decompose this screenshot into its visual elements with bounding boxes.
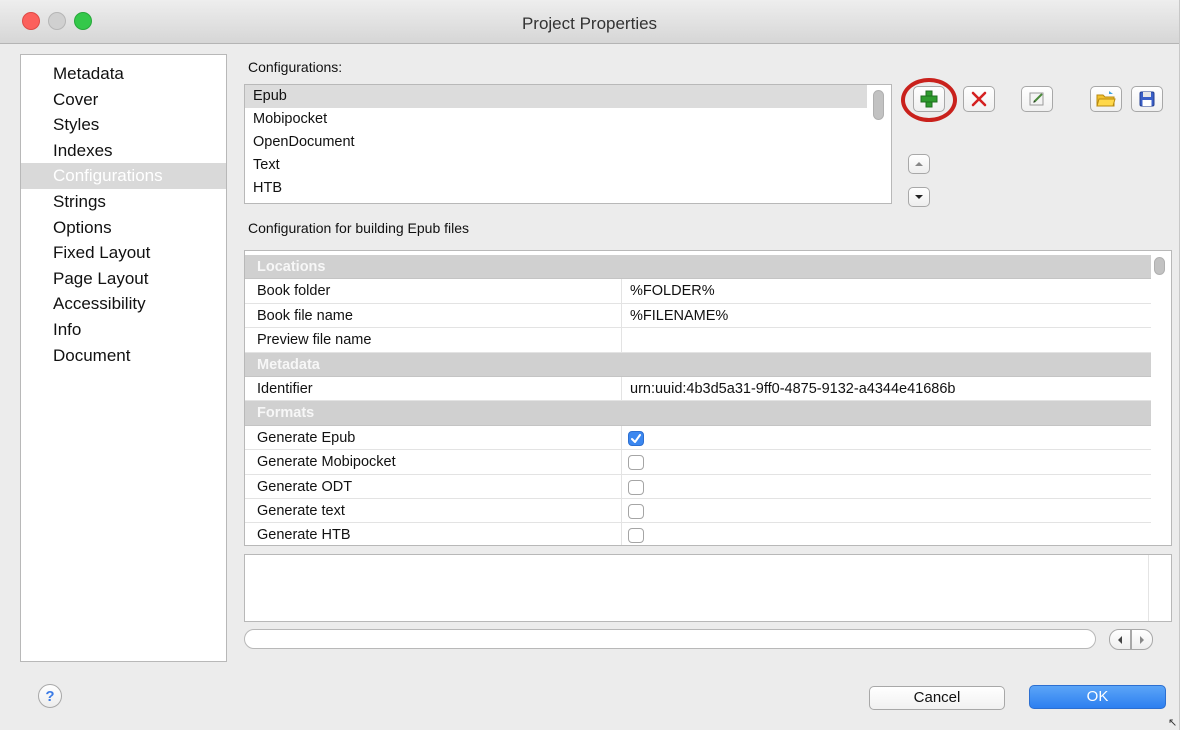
configuration-properties-table: Locations Book folder %FOLDER% Book file… [244, 250, 1172, 546]
resize-cursor-icon: ↖ [1168, 717, 1178, 729]
sidebar-item-cover[interactable]: Cover [21, 87, 226, 113]
row-value-cell [621, 523, 1151, 545]
config-item-text[interactable]: Text [245, 154, 867, 177]
project-properties-window: Project Properties Metadata Cover Styles… [0, 0, 1180, 730]
ok-button[interactable]: OK [1029, 685, 1166, 709]
sidebar-item-metadata[interactable]: Metadata [21, 61, 226, 87]
generate-odt-checkbox[interactable] [628, 479, 644, 495]
section-locations: Locations [245, 255, 1151, 280]
property-description-area [244, 554, 1172, 622]
table-row-generate-text[interactable]: Generate text [245, 499, 1151, 524]
row-key: Book folder [257, 283, 331, 300]
generate-text-checkbox[interactable] [628, 504, 644, 519]
move-up-icon [915, 162, 923, 166]
sidebar-item-indexes[interactable]: Indexes [21, 138, 226, 164]
table-row-generate-odt[interactable]: Generate ODT [245, 474, 1151, 499]
arrow-right-icon [1140, 635, 1144, 644]
sidebar-item-options[interactable]: Options [21, 215, 226, 241]
sidebar-item-fixed-layout[interactable]: Fixed Layout [21, 240, 226, 266]
row-value-cell [621, 425, 1151, 450]
row-key: Book file name [257, 307, 353, 324]
preview-file-name-value[interactable] [621, 328, 1151, 353]
properties-scrollbar[interactable] [1154, 257, 1165, 275]
table-row-generate-epub[interactable]: Generate Epub [245, 425, 1151, 451]
config-item-epub[interactable]: Epub [245, 85, 867, 108]
row-key: Generate ODT [257, 478, 353, 495]
config-item-opendocument[interactable]: OpenDocument [245, 131, 867, 154]
checkmark-icon [631, 433, 641, 443]
delete-configuration-button[interactable] [963, 86, 995, 112]
scroll-left-button[interactable] [1109, 629, 1131, 650]
configurations-label: Configurations: [248, 59, 343, 75]
table-row-preview-file-name[interactable]: Preview file name [245, 328, 1151, 353]
config-item-htb[interactable]: HTB [245, 177, 867, 200]
open-folder-icon [1096, 91, 1116, 107]
help-button[interactable]: ? [38, 684, 62, 708]
delete-icon [971, 91, 987, 107]
book-folder-value[interactable]: %FOLDER% [621, 279, 1151, 304]
book-file-name-value[interactable]: %FILENAME% [621, 303, 1151, 328]
row-value-cell [621, 474, 1151, 499]
table-row-book-file-name[interactable]: Book file name %FILENAME% [245, 303, 1151, 329]
sidebar-item-accessibility[interactable]: Accessibility [21, 291, 226, 317]
move-down-button[interactable] [908, 187, 930, 207]
save-configuration-button[interactable] [1131, 86, 1163, 112]
generate-htb-checkbox[interactable] [628, 528, 644, 544]
table-row-generate-htb[interactable]: Generate HTB [245, 523, 1151, 545]
title-bar: Project Properties [0, 0, 1179, 44]
cancel-button[interactable]: Cancel [869, 686, 1005, 710]
section-title: Metadata [257, 356, 320, 373]
move-down-icon [915, 195, 923, 199]
open-configuration-button[interactable] [1090, 86, 1122, 112]
config-item-mobipocket[interactable]: Mobipocket [245, 108, 867, 131]
sidebar: Metadata Cover Styles Indexes Configurat… [20, 54, 227, 662]
row-value-cell [621, 450, 1151, 475]
table-row-generate-mobipocket[interactable]: Generate Mobipocket [245, 450, 1151, 475]
add-icon [920, 90, 938, 108]
row-key: Generate Mobipocket [257, 454, 396, 471]
section-metadata: Metadata [245, 352, 1151, 377]
save-icon [1139, 91, 1155, 107]
section-formats: Formats [245, 401, 1151, 426]
sidebar-item-configurations[interactable]: Configurations [21, 163, 226, 189]
section-title: Locations [257, 259, 326, 275]
edit-configuration-button[interactable] [1021, 86, 1053, 112]
row-key: Generate HTB [257, 527, 351, 544]
sidebar-item-styles[interactable]: Styles [21, 112, 226, 138]
sidebar-item-strings[interactable]: Strings [21, 189, 226, 215]
arrow-left-icon [1118, 635, 1122, 644]
horizontal-scrollbar[interactable] [244, 629, 1096, 649]
row-key: Preview file name [257, 332, 372, 349]
table-row-identifier[interactable]: Identifier urn:uuid:4b3d5a31-9ff0-4875-9… [245, 377, 1151, 402]
section-title: Formats [257, 405, 315, 422]
sidebar-item-document[interactable]: Document [21, 343, 226, 369]
row-key: Generate text [257, 503, 345, 519]
configuration-detail-label: Configuration for building Epub files [248, 220, 470, 236]
configurations-list[interactable]: Epub Mobipocket OpenDocument Text HTB [244, 84, 892, 204]
generate-mobipocket-checkbox[interactable] [628, 455, 644, 471]
row-key: Identifier [257, 381, 313, 397]
description-scroll-track [1148, 555, 1149, 621]
add-configuration-button[interactable] [913, 86, 945, 112]
move-up-button[interactable] [908, 154, 930, 174]
window-title: Project Properties [521, 14, 658, 33]
identifier-value[interactable]: urn:uuid:4b3d5a31-9ff0-4875-9132-a4344e4… [621, 377, 1151, 401]
edit-icon [1029, 92, 1044, 106]
scroll-right-button[interactable] [1131, 629, 1153, 650]
generate-epub-checkbox[interactable] [628, 430, 644, 446]
row-value-cell [621, 499, 1151, 523]
sidebar-item-info[interactable]: Info [21, 317, 226, 343]
row-key: Generate Epub [257, 429, 356, 446]
table-row-book-folder[interactable]: Book folder %FOLDER% [245, 279, 1151, 304]
sidebar-item-page-layout[interactable]: Page Layout [21, 266, 226, 292]
configurations-scrollbar[interactable] [873, 90, 884, 120]
